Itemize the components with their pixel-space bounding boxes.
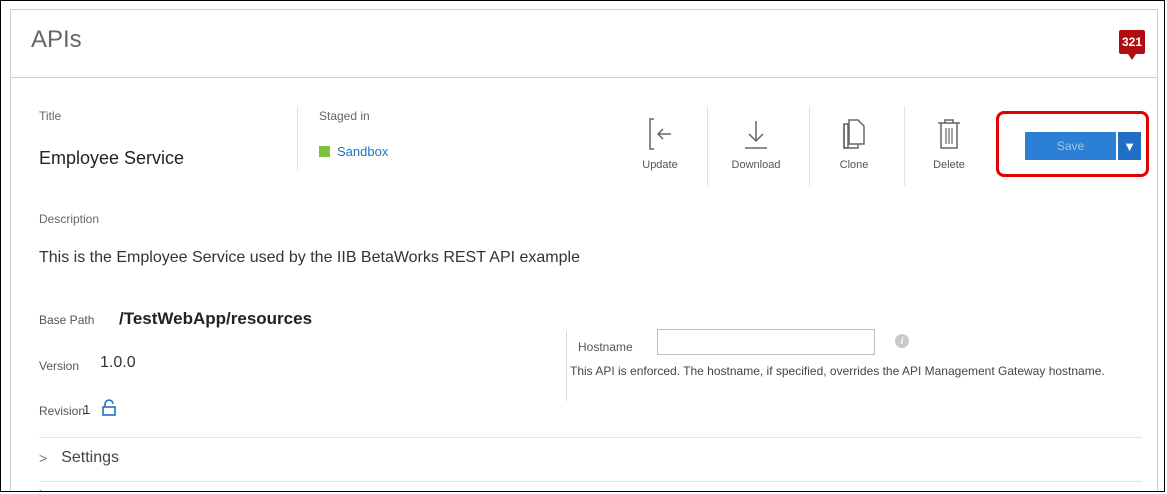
page-title: APIs [31,26,82,53]
staged-in-link[interactable]: Sandbox [319,144,388,159]
next-section-toggle[interactable]: > [39,485,61,491]
settings-section-toggle[interactable]: > Settings [39,449,119,467]
delete-label: Delete [933,159,965,171]
staged-label: Staged in [319,109,370,123]
chevron-right-icon: > [39,485,47,491]
hostname-label: Hostname [578,340,633,354]
revision-label: Revision [39,404,86,418]
hostname-note: This API is enforced. The hostname, if s… [570,364,1105,378]
divider [904,106,905,186]
version-value: 1.0.0 [100,354,136,371]
notification-badge[interactable]: 321 [1119,30,1145,60]
header-bar: APIs 321 [10,9,1158,77]
staged-value: Sandbox [337,144,389,159]
api-details-card [10,77,1158,491]
trash-icon [914,113,984,151]
chevron-right-icon: > [39,450,48,466]
title-label: Title [39,109,62,123]
update-icon [625,113,695,151]
version-label: Version [39,359,80,373]
save-button[interactable]: Save [1025,132,1116,160]
divider [39,437,1142,438]
app-frame: APIs 321 Title Employee Service Staged i… [0,0,1165,492]
info-icon[interactable]: i [895,334,909,348]
download-button[interactable]: Download [721,113,791,183]
download-label: Download [731,159,781,171]
divider [297,106,298,171]
api-description: This is the Employee Service used by the… [39,249,580,266]
caret-down-icon: ▼ [1123,138,1136,154]
divider [566,331,567,401]
divider [809,106,810,186]
base-path-label: Base Path [39,313,95,327]
update-label: Update [642,159,678,171]
clone-icon [819,113,889,151]
revision-value: 1 [83,402,91,417]
description-label: Description [39,212,100,226]
download-icon [721,113,791,151]
update-button[interactable]: Update [625,113,695,183]
clone-label: Clone [839,159,869,171]
hostname-input[interactable] [657,329,875,355]
api-title: Employee Service [39,148,185,168]
divider [707,106,708,186]
sandbox-status-icon [319,146,330,157]
delete-button[interactable]: Delete [914,113,984,183]
settings-label: Settings [61,449,119,466]
clone-button[interactable]: Clone [819,113,889,183]
base-path-value: /TestWebApp/resources [119,309,313,328]
divider [39,481,1142,482]
save-dropdown-button[interactable]: ▼ [1118,132,1141,160]
unlock-icon[interactable] [100,399,118,417]
